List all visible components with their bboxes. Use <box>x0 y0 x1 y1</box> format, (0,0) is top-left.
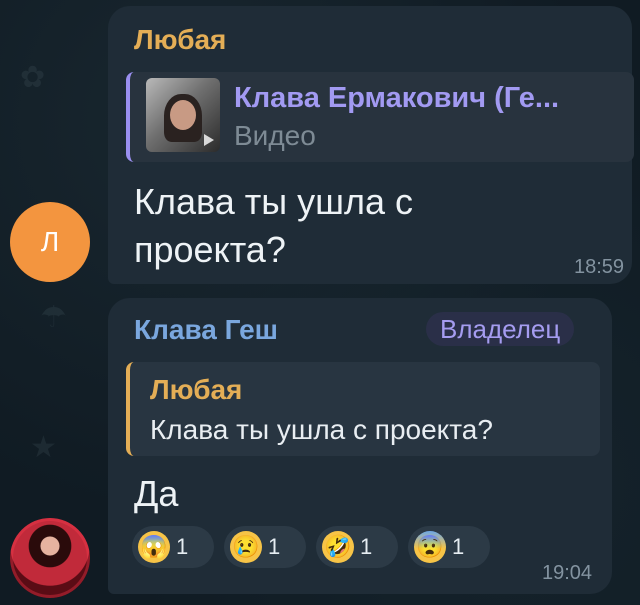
reply-subtitle: Видео <box>234 120 316 151</box>
reply-preview[interactable]: Любая Клава ты ушла с проекта? <box>126 362 600 456</box>
message-time: 19:04 <box>542 562 593 584</box>
play-icon <box>204 134 214 146</box>
sender-name[interactable]: Клава Геш <box>134 314 278 346</box>
reaction-count: 1 <box>360 534 373 559</box>
doodle-icon: ☂ <box>40 301 67 334</box>
reply-subtitle: Клава ты ушла с проекта? <box>150 414 493 445</box>
reply-title: Клава Ермакович (Ге... <box>234 82 560 114</box>
message-text: Клава ты ушла с проекта? <box>134 181 414 270</box>
reaction-chip[interactable]: 😱 1 <box>132 526 214 568</box>
reaction-chip[interactable]: 😢 1 <box>224 526 306 568</box>
reactions-row: 😱 1 😢 1 🤣 1 😨 1 <box>132 526 490 568</box>
reply-preview[interactable]: Клава Ермакович (Ге... Видео <box>126 72 634 162</box>
rolling-laughing-face-icon: 🤣 <box>322 531 354 563</box>
avatar[interactable] <box>10 518 90 598</box>
sender-name[interactable]: Любая <box>134 24 226 56</box>
crying-face-icon: 😢 <box>230 531 262 563</box>
doodle-icon: ★ <box>30 431 57 464</box>
avatar[interactable]: Л <box>10 202 90 282</box>
message-time: 18:59 <box>574 256 625 278</box>
owner-badge: Владелец <box>426 312 575 346</box>
reaction-chip[interactable]: 🤣 1 <box>316 526 398 568</box>
reaction-count: 1 <box>452 534 465 559</box>
reaction-chip[interactable]: 😨 1 <box>408 526 490 568</box>
avatar-letter: Л <box>40 226 60 257</box>
reaction-count: 1 <box>268 534 281 559</box>
reply-title: Любая <box>150 374 243 405</box>
reaction-count: 1 <box>176 534 189 559</box>
message-text: Да <box>134 473 179 514</box>
screaming-face-icon: 😱 <box>138 531 170 563</box>
fearful-face-icon: 😨 <box>414 531 446 563</box>
video-thumbnail <box>146 78 220 152</box>
doodle-icon: ✿ <box>20 61 46 94</box>
